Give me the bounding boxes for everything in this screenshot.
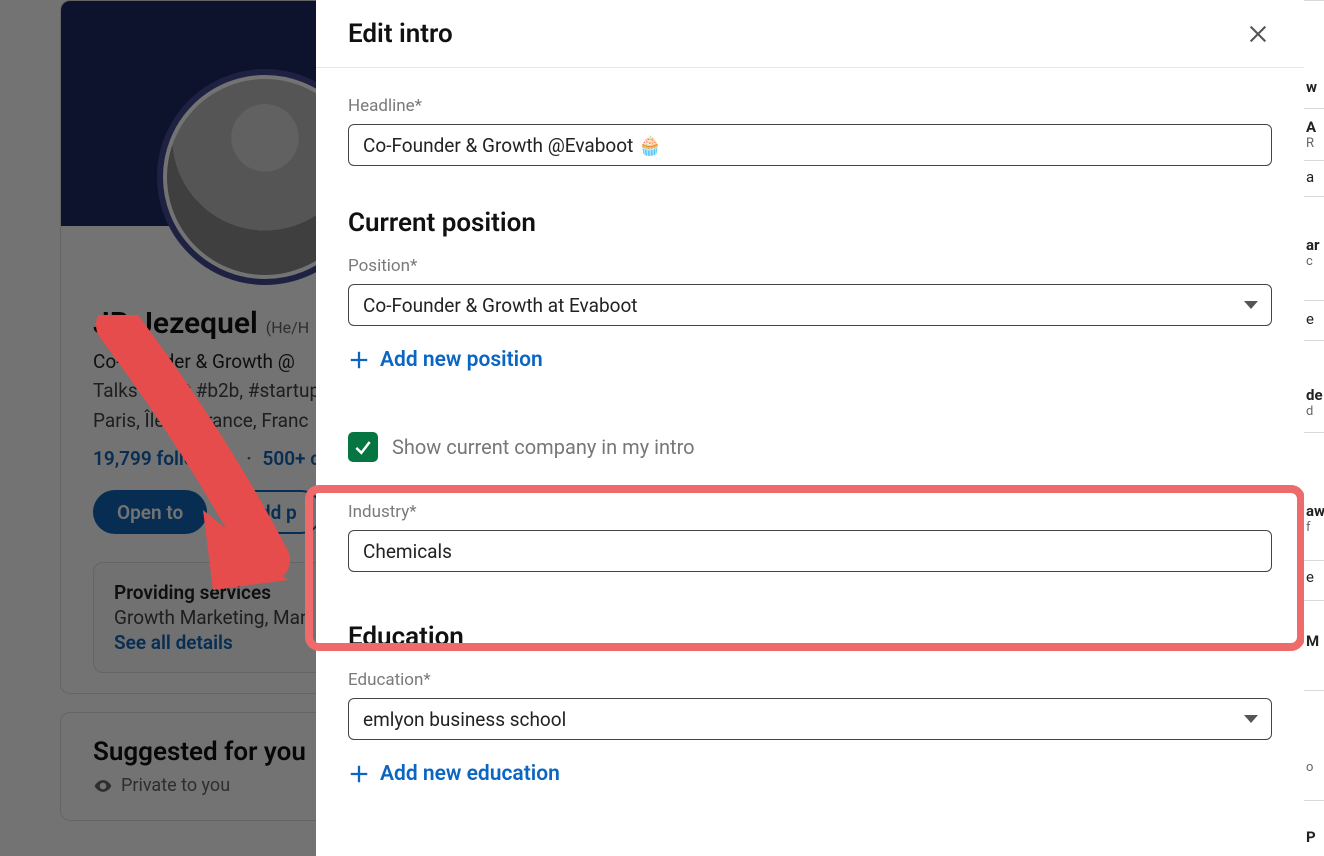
close-icon xyxy=(1247,23,1269,45)
industry-label: Industry* xyxy=(348,502,1272,522)
rfrag: w xyxy=(1306,78,1317,96)
plus-icon xyxy=(348,763,370,785)
rfrag: M xyxy=(1306,632,1319,650)
headline-label: Headline* xyxy=(348,96,1272,116)
rfrag: d xyxy=(1306,404,1313,419)
rfrag: e xyxy=(1306,310,1314,328)
add-position-label: Add new position xyxy=(380,348,543,372)
rfrag: A xyxy=(1306,118,1316,136)
current-position-heading: Current position xyxy=(348,208,1272,238)
add-position-link[interactable]: Add new position xyxy=(348,348,1272,372)
edit-intro-modal: Edit intro Headline* Current position Po… xyxy=(316,0,1304,856)
show-company-checkbox[interactable] xyxy=(348,432,378,462)
partial-right-column: w A R a ar c e de d aw f e M o P xyxy=(1304,0,1324,856)
education-select-value[interactable] xyxy=(348,698,1272,740)
caret-down-icon xyxy=(1244,715,1258,723)
rfrag: de xyxy=(1306,386,1323,404)
industry-input[interactable] xyxy=(348,530,1272,572)
rfrag: f xyxy=(1306,520,1311,535)
education-heading: Education xyxy=(348,622,1272,652)
add-education-label: Add new education xyxy=(380,762,560,786)
rfrag: P xyxy=(1306,828,1316,846)
education-select[interactable] xyxy=(348,698,1272,740)
education-label: Education* xyxy=(348,670,1272,690)
show-company-label: Show current company in my intro xyxy=(392,435,695,459)
checkmark-icon xyxy=(353,437,373,457)
modal-title: Edit intro xyxy=(348,19,453,49)
position-select[interactable] xyxy=(348,284,1272,326)
position-label: Position* xyxy=(348,256,1272,276)
close-button[interactable] xyxy=(1244,20,1272,48)
caret-down-icon xyxy=(1244,301,1258,309)
rfrag: ar xyxy=(1306,236,1320,254)
rfrag: R xyxy=(1306,136,1314,151)
rfrag: aw xyxy=(1306,502,1324,520)
position-select-value[interactable] xyxy=(348,284,1272,326)
rfrag: a xyxy=(1306,168,1314,186)
rfrag: e xyxy=(1306,568,1314,586)
rfrag: o xyxy=(1306,760,1313,775)
plus-icon xyxy=(348,349,370,371)
headline-input[interactable] xyxy=(348,124,1272,166)
add-education-link[interactable]: Add new education xyxy=(348,762,1272,786)
rfrag: c xyxy=(1306,254,1313,269)
